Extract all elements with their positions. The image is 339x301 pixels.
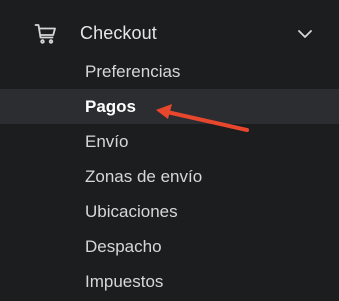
nav-item-preferencias[interactable]: Preferencias [0,54,339,89]
chevron-down-icon[interactable] [296,26,314,42]
nav-item-despacho[interactable]: Despacho [0,229,339,264]
nav-item-label: Zonas de envío [85,167,203,186]
nav-item-ubicaciones[interactable]: Ubicaciones [0,194,339,229]
nav-item-label: Envío [85,132,129,151]
nav-item-label: Ubicaciones [85,202,178,221]
nav-item-label: Pagos [85,97,137,116]
cart-icon [34,22,58,46]
nav-item-zonas-de-envio[interactable]: Zonas de envío [0,159,339,194]
sidebar-nav: Checkout Preferencias Pagos Envío Zonas … [0,0,339,301]
nav-item-label: Preferencias [85,62,181,81]
nav-section-checkout[interactable]: Checkout [0,14,339,54]
nav-submenu: Preferencias Pagos Envío Zonas de envío … [0,54,339,299]
nav-item-impuestos[interactable]: Impuestos [0,264,339,299]
nav-item-envio[interactable]: Envío [0,124,339,159]
nav-item-pagos[interactable]: Pagos [0,89,339,124]
nav-section-label: Checkout [80,23,157,43]
nav-item-label: Despacho [85,237,162,256]
nav-item-label: Impuestos [85,272,164,291]
